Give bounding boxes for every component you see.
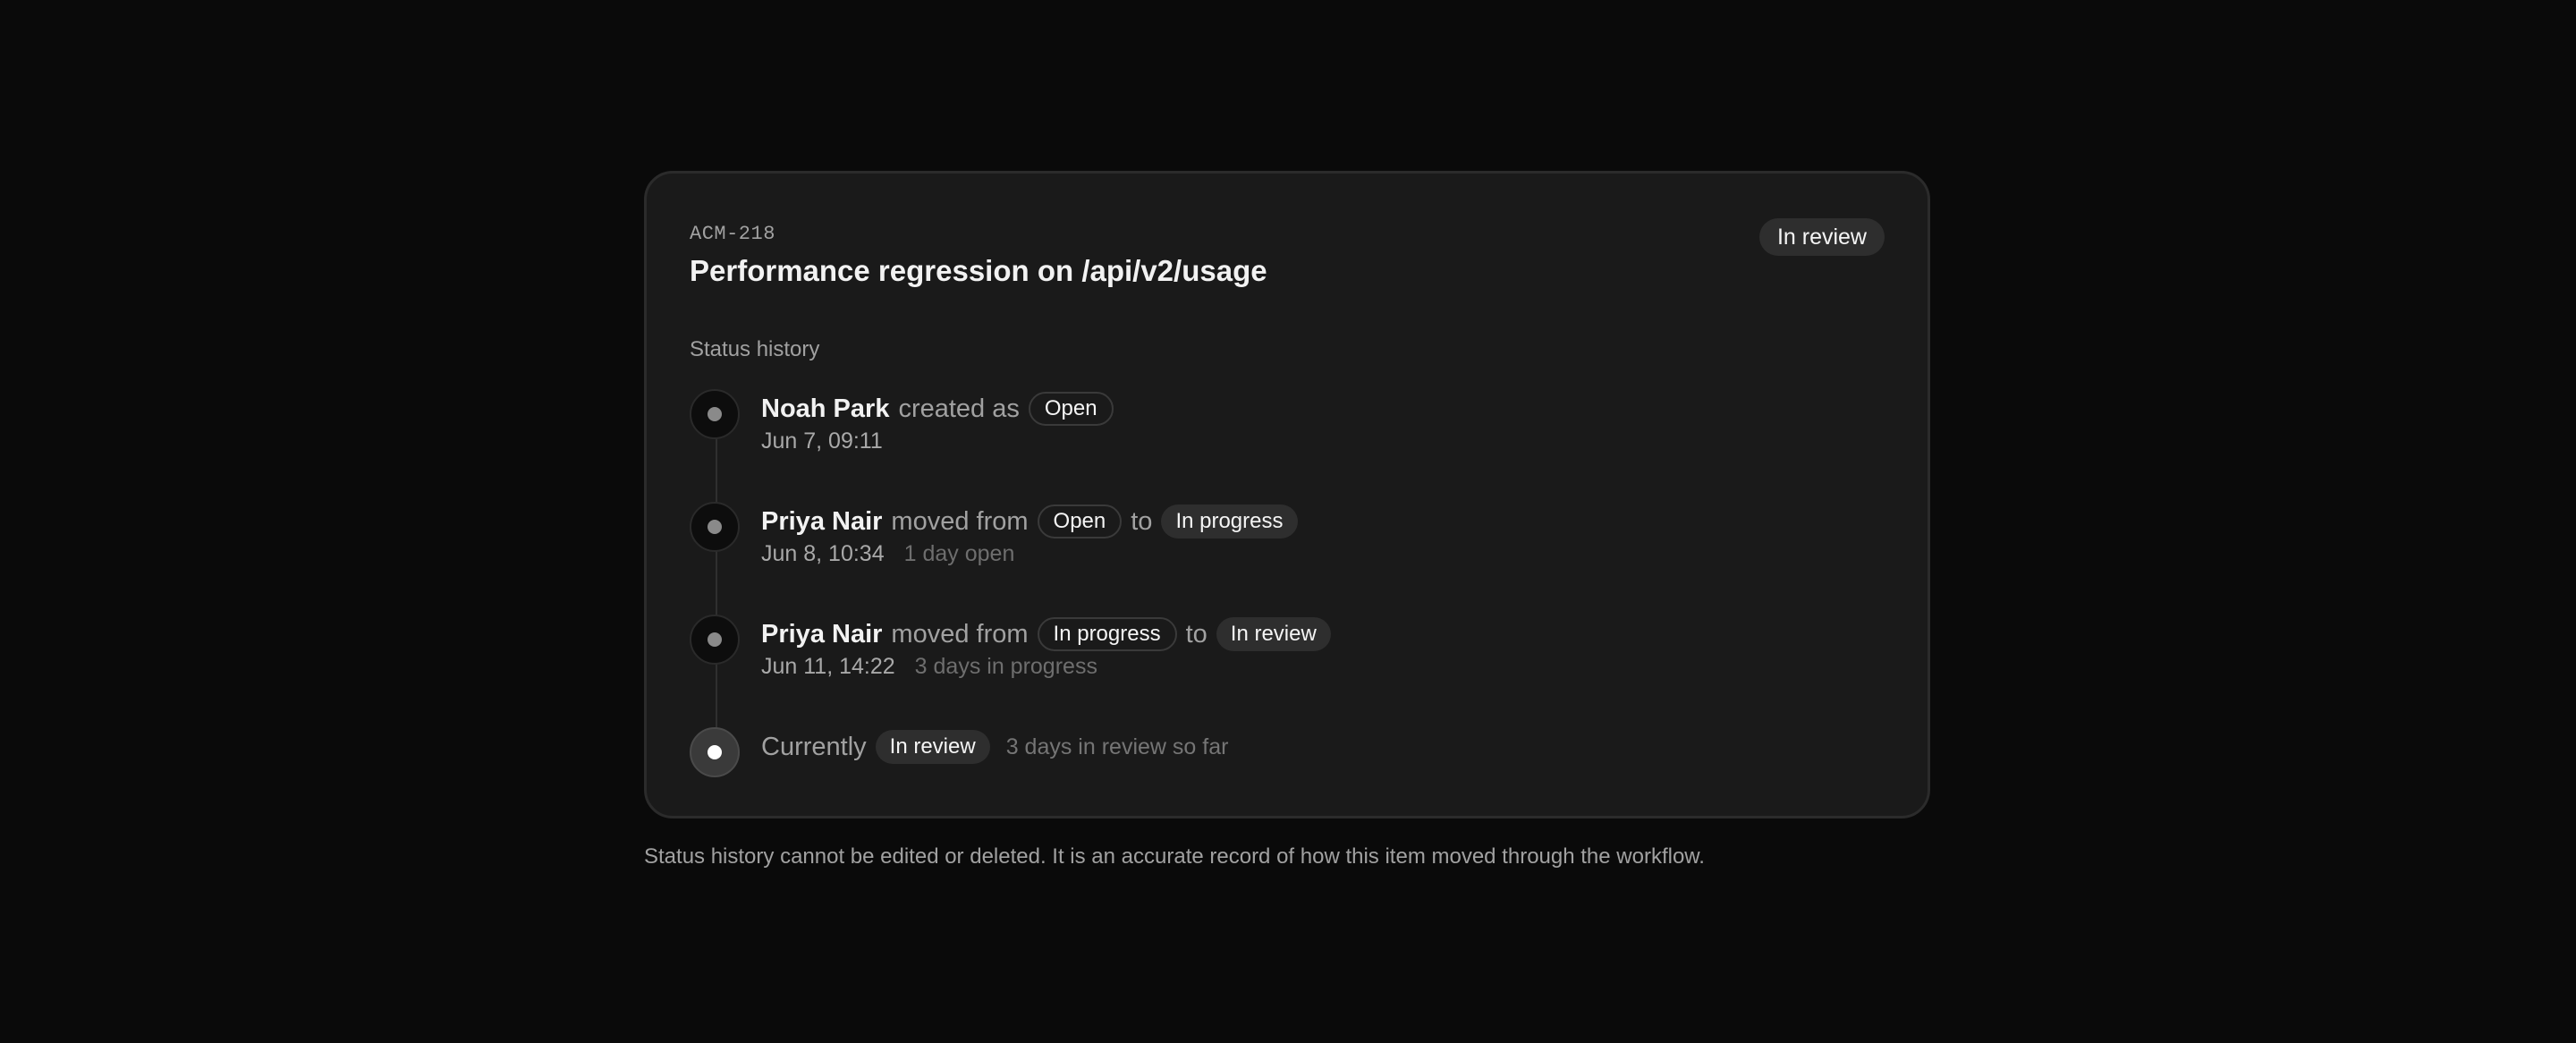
timeline-dot-icon bbox=[690, 502, 740, 552]
actor-name: Priya Nair bbox=[761, 619, 883, 649]
to-word: to bbox=[1185, 619, 1208, 649]
entry-date: Jun 8, 10:34 bbox=[761, 541, 885, 566]
history-footnote: Status history cannot be edited or delet… bbox=[644, 844, 1705, 869]
history-entry-summary: Priya Nair moved from In progress to In … bbox=[761, 615, 1331, 654]
entry-duration: 1 day open bbox=[903, 541, 1015, 566]
to-word: to bbox=[1131, 506, 1153, 536]
action-verb: created as bbox=[898, 394, 1020, 423]
timeline-dot-icon bbox=[690, 615, 740, 665]
history-entry-meta: Jun 11, 14:22 3 days in progress bbox=[761, 654, 1097, 680]
to-status-pill: In progress bbox=[1161, 505, 1298, 538]
history-entry: Priya Nair moved from Open to In progres… bbox=[690, 502, 1852, 573]
timeline-dot-icon bbox=[690, 389, 740, 439]
entry-date: Jun 11, 14:22 bbox=[761, 654, 895, 679]
from-status-pill: In progress bbox=[1037, 617, 1177, 651]
history-entry-meta: Jun 8, 10:34 1 day open bbox=[761, 541, 1014, 567]
to-status-pill: In review bbox=[1216, 617, 1331, 651]
from-status-pill: Open bbox=[1037, 505, 1123, 538]
actor-name: Noah Park bbox=[761, 394, 890, 423]
action-verb: moved from bbox=[891, 619, 1029, 649]
status-history-label: Status history bbox=[690, 337, 820, 361]
current-status-summary: Currently In review 3 days in review so … bbox=[761, 727, 1228, 767]
history-entry: Noah Park created as Open Jun 7, 09:11 bbox=[690, 389, 1852, 461]
history-entry-summary: Priya Nair moved from Open to In progres… bbox=[761, 502, 1298, 541]
actor-name: Priya Nair bbox=[761, 506, 883, 536]
current-dot-icon bbox=[690, 727, 740, 777]
history-entry: Priya Nair moved from In progress to In … bbox=[690, 615, 1852, 686]
current-duration: 3 days in review so far bbox=[1005, 733, 1229, 759]
status-pill: Open bbox=[1028, 392, 1114, 426]
issue-title: Performance regression on /api/v2/usage bbox=[690, 254, 1267, 287]
currently-label: Currently bbox=[761, 732, 867, 761]
current-status-entry: Currently In review 3 days in review so … bbox=[690, 727, 1852, 799]
history-entry-meta: Jun 7, 09:11 bbox=[761, 428, 883, 454]
action-verb: moved from bbox=[891, 506, 1029, 536]
issue-id: ACM-218 bbox=[690, 223, 775, 245]
status-badge: In review bbox=[1758, 218, 1885, 256]
history-entry-summary: Noah Park created as Open bbox=[761, 389, 1114, 428]
timeline-connector bbox=[716, 417, 717, 739]
entry-duration: 3 days in progress bbox=[914, 654, 1097, 679]
entry-date: Jun 7, 09:11 bbox=[761, 428, 883, 454]
current-status-pill: In review bbox=[875, 730, 990, 764]
issue-card: ACM-218 Performance regression on /api/v… bbox=[644, 171, 1930, 818]
